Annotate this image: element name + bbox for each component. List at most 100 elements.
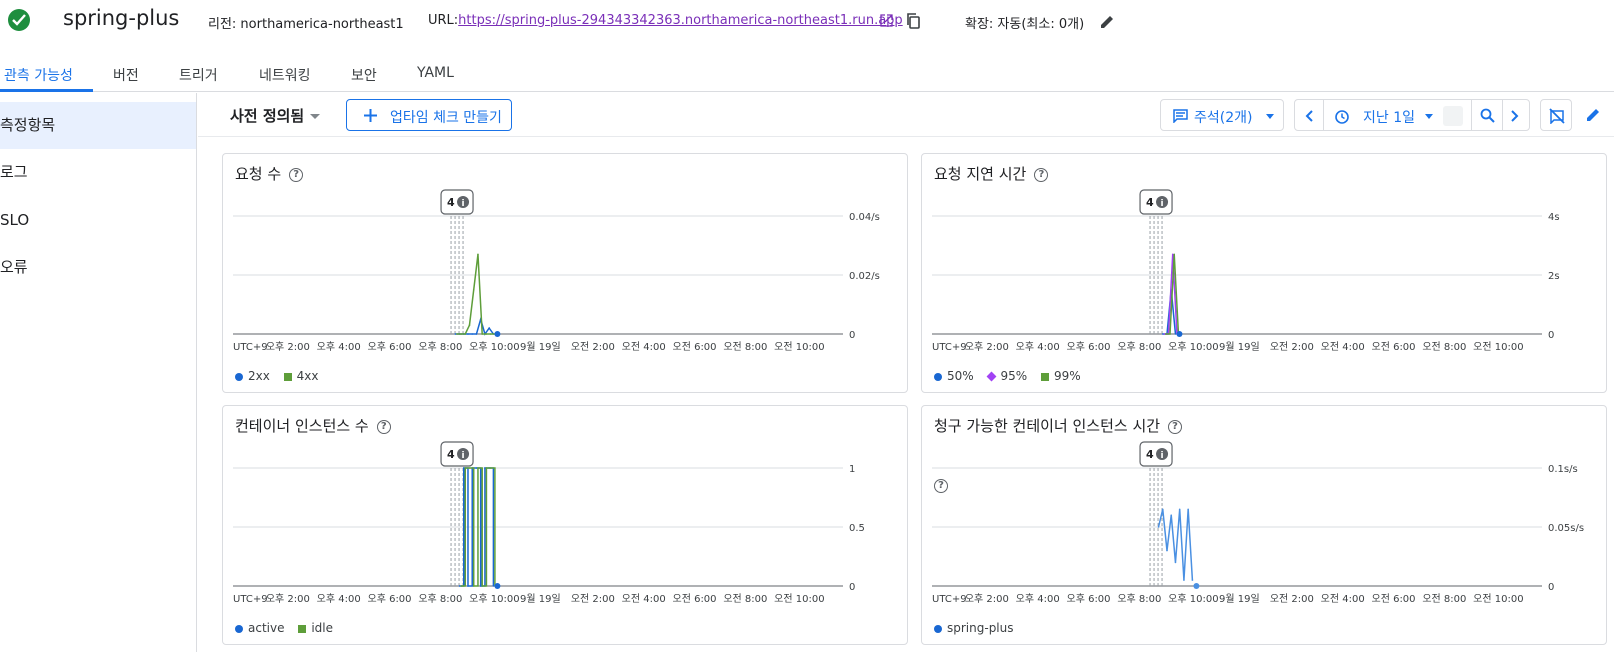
sidebar-item-logs[interactable]: 로그 [0, 149, 196, 196]
annotation-count: 4 [447, 196, 455, 209]
x-tick-label: 9월 19일 [520, 341, 561, 353]
billable-chart-plot[interactable]: 0.1s/s 0.05s/s 0 UTC+9오후 2:00 오후 4:00 오후 6:00… [922, 406, 1608, 646]
sidebar-item-slo[interactable]: SLO [0, 197, 196, 244]
tab-security[interactable]: 보안 [351, 65, 377, 85]
legend-dot-spring-plus [934, 624, 942, 633]
x-tick-label: 오후 6:00 [1067, 341, 1111, 353]
scaling-label: 확장: 자동(최소: 0개) [965, 17, 1085, 32]
y-tick-label: 1 [849, 464, 855, 475]
x-tick-label: 오전 6:00 [673, 593, 717, 605]
tab-yaml[interactable]: YAML [417, 65, 454, 81]
create-uptime-check-button[interactable]: 업타임 체크 만들기 [346, 99, 512, 131]
tab-revisions[interactable]: 버전 [113, 65, 139, 85]
legend-item-50[interactable]: 50% [934, 369, 974, 383]
x-tick-label: 오전 2:00 [571, 341, 615, 353]
chart-legend: 50% 95% 99% [934, 369, 1091, 383]
info-icon-glyph: i [1161, 199, 1164, 209]
x-tick-label: 오전 10:00 [1473, 593, 1523, 605]
latency-chart-plot[interactable]: 4s 2s 0 UTC+9오후 2:00 오후 4:00 오후 6:00 오후 8:00 오후… [922, 154, 1608, 394]
divider [1502, 100, 1503, 130]
x-tick-label: 오전 4:00 [622, 593, 666, 605]
x-tick-label: 오후 2:00 [965, 593, 1009, 605]
legend-diamond-95 [986, 371, 996, 382]
data-point-idle [481, 585, 483, 587]
x-tick-label: 오후 2:00 [965, 341, 1009, 353]
chevron-right-icon[interactable] [1511, 110, 1519, 122]
data-point-50% [1174, 333, 1177, 335]
data-point-active [475, 467, 478, 469]
instances-chart-plot[interactable]: 1 0.5 0 UTC+9오후 2:00 오후 4:00 오후 6:00 오후 8:00 오후… [223, 406, 909, 646]
service-url-link[interactable]: https://spring-plus-294343342363.northam… [458, 13, 903, 28]
data-point-active [484, 467, 486, 469]
requests-chart-plot[interactable]: 0.04/s 0.02/s 0 UTC+9오후 2:00 오후 4:00 오후 6:00 오… [223, 154, 909, 394]
time-range-dropdown[interactable]: 지난 1일 [1363, 107, 1415, 127]
info-icon-glyph: i [462, 451, 465, 461]
data-point-spring-plus [1166, 549, 1168, 552]
data-point-spring-plus [1170, 514, 1173, 516]
annotation-count: 4 [447, 448, 455, 461]
data-point-active [458, 585, 461, 587]
x-tick-label: 오전 8:00 [1422, 341, 1466, 353]
x-tick-label: UTC+9 [233, 594, 268, 605]
data-point-99% [1164, 333, 1167, 335]
legend-label: 2xx [248, 369, 270, 383]
legend-label: 4xx [296, 369, 319, 383]
y-tick-label: 0.5 [849, 523, 865, 534]
copy-icon[interactable] [906, 13, 920, 29]
info-icon-glyph: i [1161, 451, 1164, 461]
y-tick-label: 0 [1548, 582, 1554, 593]
data-point-4xx [468, 324, 471, 326]
create-uptime-check-label: 업타임 체크 만들기 [390, 110, 502, 126]
tab-triggers[interactable]: 트리거 [179, 65, 218, 85]
divider [1323, 100, 1324, 130]
x-tick-label: 오전 6:00 [1372, 593, 1416, 605]
series-end-marker [1193, 583, 1200, 589]
x-tick-label: 오전 10:00 [1473, 341, 1523, 353]
x-tick-label: 오후 6:00 [1067, 593, 1111, 605]
data-point-spring-plus [1183, 579, 1185, 581]
x-tick-label: UTC+9 [932, 342, 967, 353]
predefined-label: 사전 정의됨 [230, 107, 305, 125]
legend-item-4xx[interactable]: 4xx [283, 369, 319, 383]
service-url: URL:https://spring-plus-294343342363.nor… [428, 13, 903, 28]
tab-observability[interactable]: 관측 가능성 [4, 65, 73, 85]
x-tick-label: 오전 4:00 [622, 341, 666, 353]
series-end-marker [1176, 331, 1183, 337]
external-link-icon[interactable] [880, 14, 893, 27]
data-point-2xx [475, 333, 478, 335]
data-point-4xx [477, 253, 479, 256]
data-point-spring-plus [1191, 579, 1194, 581]
hide-annotations-button[interactable] [1540, 99, 1572, 131]
zoom-icon[interactable] [1480, 108, 1495, 123]
x-tick-label: 오전 10:00 [774, 593, 824, 605]
y-tick-label: 0 [849, 330, 855, 341]
chevron-left-icon[interactable] [1305, 110, 1313, 122]
legend-item-2xx[interactable]: 2xx [235, 369, 270, 383]
data-point-active [492, 585, 495, 587]
tab-bar: 관측 가능성 버전 트리거 네트워킹 보안 YAML [0, 58, 1614, 92]
legend-item-spring-plus[interactable]: spring-plus [934, 621, 1014, 635]
legend-label: 99% [1054, 369, 1081, 383]
edit-scaling-icon[interactable] [1099, 14, 1115, 30]
edit-dashboard-icon[interactable] [1585, 107, 1601, 123]
tab-networking[interactable]: 네트워킹 [259, 65, 311, 85]
sidebar-item-errors[interactable]: 오류 [0, 244, 196, 291]
data-point-spring-plus [1187, 508, 1189, 511]
legend-item-idle[interactable]: idle [298, 621, 333, 635]
data-point-spring-plus [1157, 526, 1160, 528]
annotation-badge: 4i [1139, 189, 1173, 215]
x-tick-label: UTC+9 [932, 594, 967, 605]
chevron-down-icon [310, 114, 321, 119]
x-tick-label: 오후 4:00 [317, 593, 361, 605]
clock-icon [1335, 110, 1349, 124]
data-point-idle [485, 467, 488, 469]
data-point-idle [468, 467, 471, 469]
sidebar-item-metrics[interactable]: 측정항목 [0, 102, 196, 149]
legend-item-active[interactable]: active [235, 621, 284, 635]
service-name: spring-plus [63, 6, 180, 30]
predefined-dropdown[interactable]: 사전 정의됨 [230, 105, 321, 126]
annotations-button[interactable]: 주석(2개) [1160, 99, 1284, 131]
legend-item-95[interactable]: 95% [986, 369, 1027, 383]
legend-item-99[interactable]: 99% [1041, 369, 1081, 383]
status-ok-icon [8, 9, 30, 31]
